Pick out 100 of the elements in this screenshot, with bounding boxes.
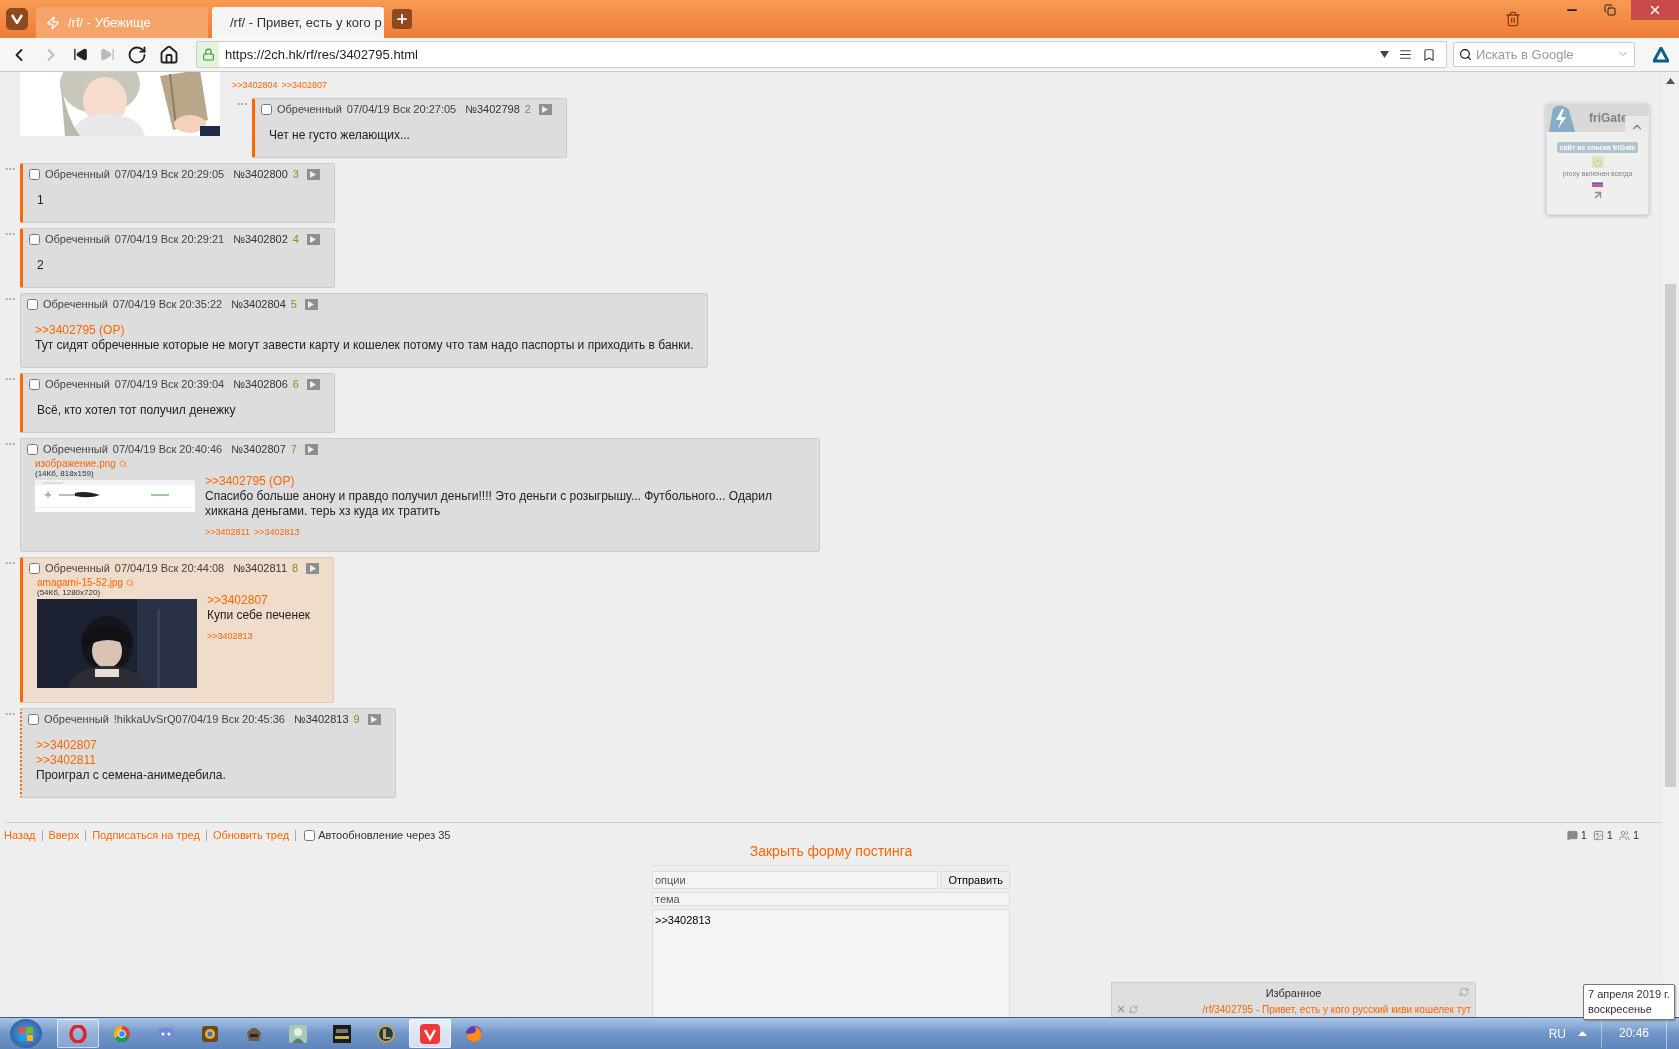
reply-link[interactable]: >>3402811	[205, 527, 250, 537]
message-text: Купи себе печенек	[207, 608, 311, 623]
reply-link[interactable]: >>3402813	[207, 631, 253, 641]
post-checkbox[interactable]	[27, 443, 38, 455]
post-number[interactable]: №3402800	[233, 168, 288, 180]
start-button[interactable]	[10, 1019, 42, 1048]
gamepad-icon	[157, 1026, 175, 1041]
message-text: Проиграл с семена-анимедебила.	[36, 768, 227, 783]
post-checkbox[interactable]	[29, 233, 40, 245]
play-icon[interactable]	[308, 300, 315, 308]
taskbar-app[interactable]	[57, 1019, 99, 1048]
post-index: 2	[524, 103, 531, 115]
post-checkbox[interactable]	[29, 562, 40, 574]
close-icon[interactable]	[1648, 3, 1662, 17]
browser-logo[interactable]	[6, 8, 28, 30]
image-icon	[1592, 829, 1604, 841]
address-field[interactable]: https://2ch.hk/rf/res/3402795.html	[196, 41, 1447, 68]
language-indicator[interactable]: RU	[1548, 1026, 1566, 1041]
v-icon[interactable]	[11, 14, 23, 24]
post-checkbox[interactable]	[29, 378, 40, 390]
browser-tab[interactable]: /rf/ - Привет, есть у кого р	[212, 7, 384, 38]
play-icon[interactable]	[542, 105, 549, 113]
message-text: Всё, кто хотел тот получил денежку	[37, 403, 237, 418]
ring-icon	[69, 1024, 87, 1043]
play-icon[interactable]	[371, 715, 378, 723]
stat-count: 1	[1580, 829, 1587, 841]
autoupdate-checkbox[interactable]	[304, 829, 316, 841]
post-index: 4	[292, 233, 299, 245]
post-index: 5	[290, 298, 297, 310]
post-date: 07/04/19 Вск 20:44:08	[114, 562, 225, 574]
post-number[interactable]: №3402804	[231, 298, 286, 310]
post-number[interactable]: №3402806	[233, 378, 288, 390]
file-info: (54Кб, 1280x720)	[37, 588, 101, 597]
play-button[interactable]	[306, 562, 320, 574]
play-button[interactable]	[306, 378, 320, 390]
reply-link[interactable]: >>3402804	[232, 80, 278, 90]
play-icon[interactable]	[309, 564, 316, 572]
nav-link[interactable]: Вверх	[41, 829, 86, 841]
nav-link[interactable]: Назад	[4, 829, 42, 841]
submit-button[interactable]: Отправить	[941, 871, 1010, 889]
trash-button[interactable]	[1505, 11, 1521, 27]
play-icon[interactable]	[308, 445, 315, 453]
restore-icon[interactable]	[1604, 4, 1616, 16]
poster-name: Обреченный	[43, 298, 108, 310]
post-number[interactable]: №3402802	[233, 233, 288, 245]
nav-link[interactable]: Обновить тред	[205, 829, 296, 841]
play-icon[interactable]	[310, 380, 317, 388]
scroll-up-icon[interactable]	[1666, 78, 1675, 84]
tooltip-weekday: воскресенье	[1588, 1002, 1653, 1017]
poster-name: Обреченный	[277, 103, 342, 115]
search-icon[interactable]	[126, 578, 135, 587]
message-text: 1	[37, 193, 45, 208]
post-number[interactable]: №3402813	[293, 713, 349, 725]
quote-link[interactable]: >>3402795 (OP)	[35, 323, 694, 338]
tray-button[interactable]	[1578, 1031, 1587, 1036]
browser-tab[interactable]: /rf/ - Убежище	[36, 7, 208, 38]
file-link[interactable]: изображение.png	[35, 458, 195, 469]
favorite-link[interactable]: /rf/3402795 - Привет, есть у кого русский киви кошелек тут	[1202, 1003, 1471, 1015]
quote-link[interactable]: >>3402807	[36, 738, 381, 753]
refresh-button[interactable]	[1129, 1004, 1138, 1014]
nav-link[interactable]: Подписаться на тред	[85, 829, 206, 841]
play-button[interactable]	[306, 233, 320, 245]
close-button[interactable]	[1631, 0, 1679, 20]
emblem-icon	[201, 1024, 219, 1043]
search-field[interactable]: Искать в Google	[1453, 42, 1635, 67]
close-form-link[interactable]: Закрыть форму постинга	[652, 843, 1010, 866]
post-checkbox[interactable]	[27, 298, 38, 310]
post-index: 9	[353, 713, 360, 725]
subject-field[interactable]: тема	[652, 892, 1010, 906]
play-button[interactable]	[304, 298, 318, 310]
triangle-icon[interactable]	[1653, 46, 1669, 63]
reply-link[interactable]: >>3402807	[281, 80, 328, 90]
options-field[interactable]: опции	[652, 871, 939, 889]
taskbar-app[interactable]	[409, 1019, 451, 1048]
play-icon[interactable]	[310, 235, 317, 243]
post-checkbox[interactable]	[28, 713, 39, 725]
quote-link[interactable]: >>3402811	[36, 753, 381, 768]
post-checkbox[interactable]	[261, 103, 272, 115]
message-text: Тут сидят обреченные которые не могут завести карту и кошелек потому что там надо паспорты и приходить в банки.	[35, 338, 694, 353]
search-icon[interactable]	[118, 459, 127, 468]
post-number[interactable]: №3402807	[231, 443, 286, 455]
play-button[interactable]	[306, 168, 320, 180]
message-field[interactable]: >>3402813	[652, 909, 1010, 1017]
windows-icon[interactable]	[18, 1025, 34, 1042]
scrollbar-thumb[interactable]	[1665, 284, 1676, 787]
refresh-button[interactable]	[1459, 987, 1469, 997]
play-button[interactable]	[367, 713, 381, 725]
wheel-icon	[114, 1025, 130, 1042]
reply-link[interactable]: >>3402813	[253, 527, 300, 537]
file-link[interactable]: amagami-15-52.jpg	[37, 577, 197, 588]
play-button[interactable]	[304, 443, 318, 455]
quote-link[interactable]: >>3402795 (OP)	[205, 474, 805, 489]
remove-button[interactable]	[1116, 1004, 1126, 1014]
post-number[interactable]: №3402798	[465, 103, 520, 115]
post-number[interactable]: №3402811	[233, 562, 287, 574]
poster-name: Обреченный	[45, 378, 110, 390]
play-button[interactable]	[538, 103, 552, 115]
quote-link[interactable]: >>3402807	[207, 593, 311, 608]
play-icon[interactable]	[310, 170, 317, 178]
post-checkbox[interactable]	[29, 168, 40, 180]
